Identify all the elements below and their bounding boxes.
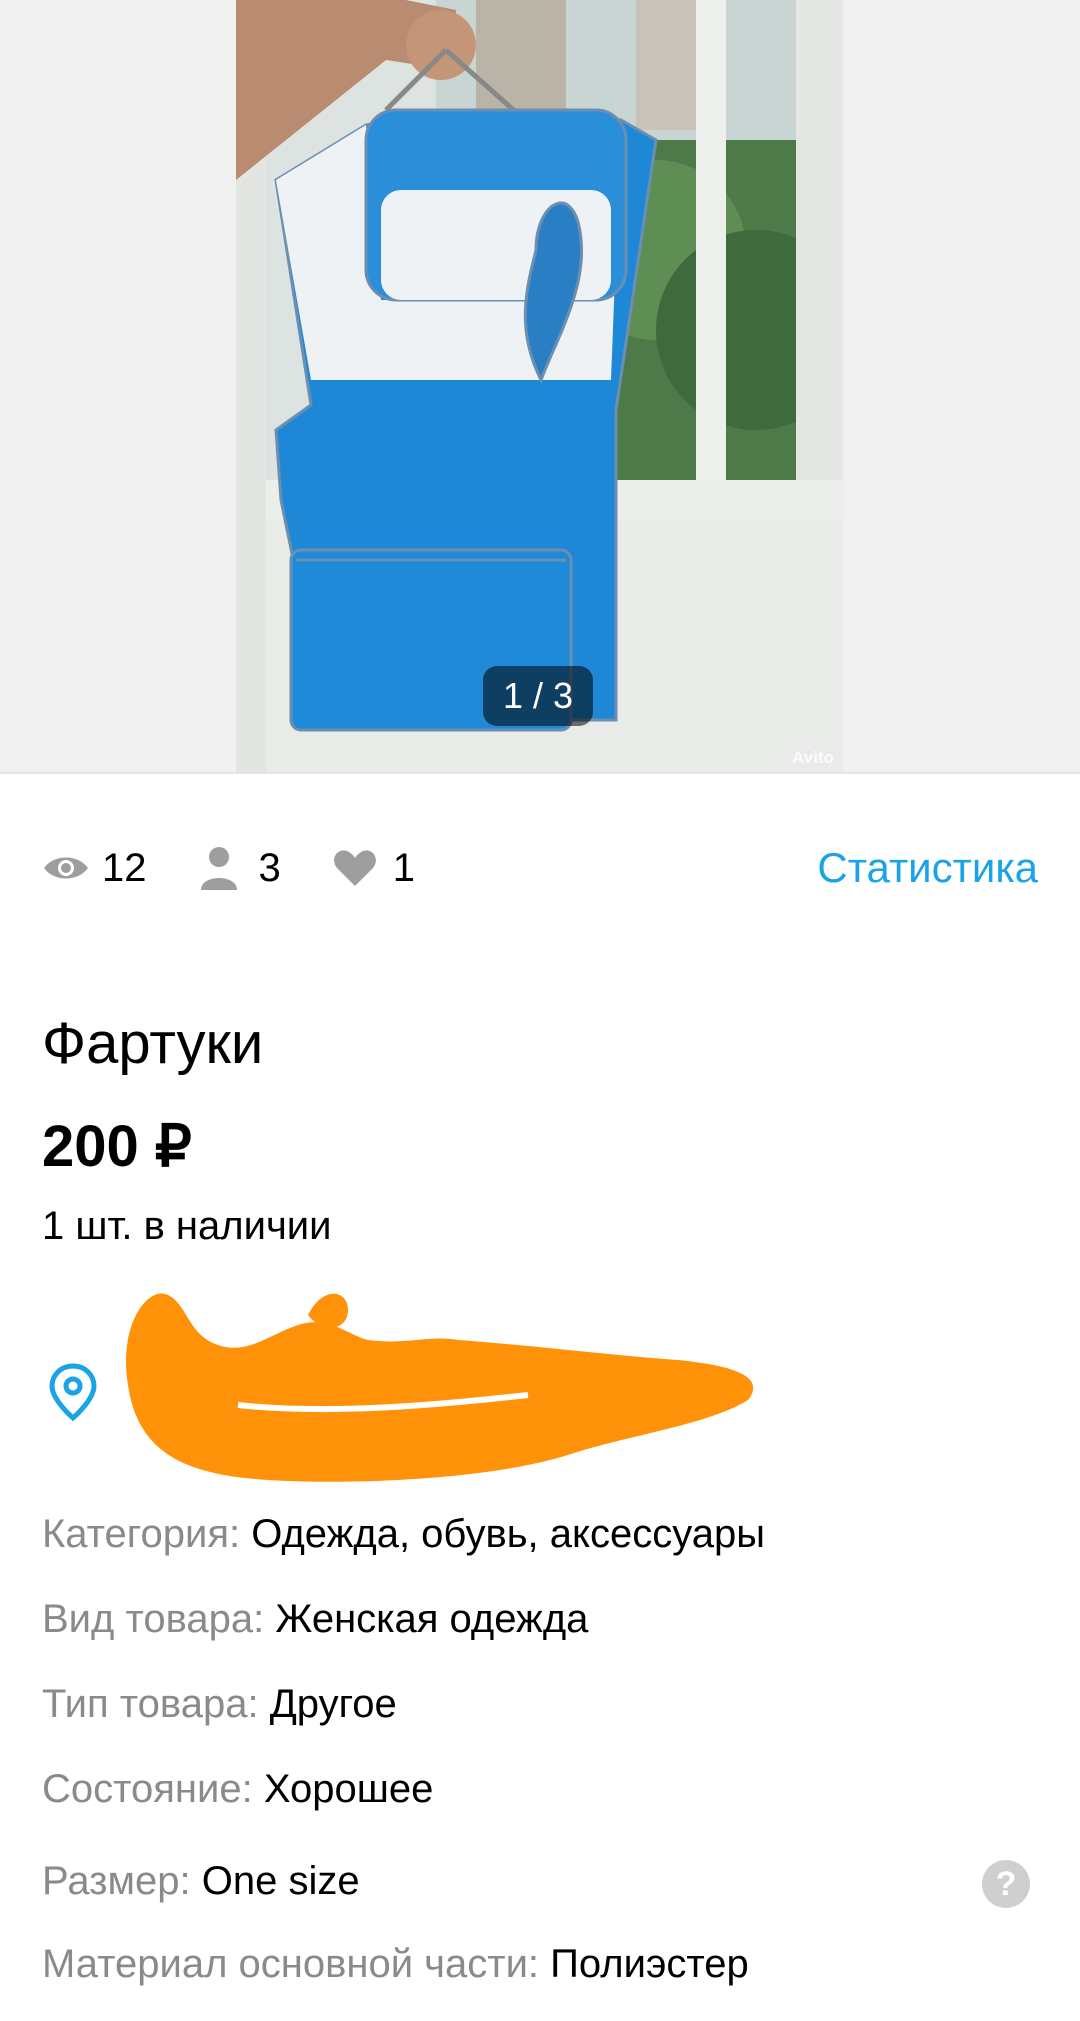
property-key: Категория:	[42, 1512, 241, 1556]
size-help-icon[interactable]: ?	[982, 1860, 1030, 1908]
property-row: Размер: One size	[42, 1859, 360, 1904]
contacts-stat: 3	[199, 846, 281, 891]
property-key: Тип товара:	[42, 1682, 259, 1726]
property-row: Тип товара: Другое	[42, 1682, 397, 1727]
redacted-address	[108, 1265, 788, 1495]
property-row: Материал основной части: Полиэстер	[42, 1942, 749, 1987]
views-stat: 12	[42, 846, 147, 891]
listing-title: Фартуки	[42, 1011, 264, 1076]
photo-gallery[interactable]: 1 / 3 Avito	[0, 0, 1080, 774]
favorites-count: 1	[392, 845, 415, 890]
eye-icon	[42, 846, 92, 890]
property-key: Вид товара:	[42, 1597, 265, 1641]
property-row: Вид товара: Женская одежда	[42, 1597, 588, 1642]
listing-price: 200 ₽	[42, 1114, 192, 1179]
property-value: Одежда, обувь, аксессуары	[251, 1512, 766, 1556]
property-row: Категория: Одежда, обувь, аксессуары	[42, 1512, 765, 1557]
property-value: Хорошее	[263, 1767, 434, 1811]
views-count: 12	[102, 845, 147, 890]
heart-icon	[333, 846, 383, 890]
stats-row: 12 3 1 Статистика	[42, 838, 1038, 898]
property-key: Состояние:	[42, 1767, 253, 1811]
statistics-link[interactable]: Статистика	[817, 844, 1038, 892]
property-value: Полиэстер	[550, 1942, 749, 1986]
property-key: Размер:	[42, 1859, 191, 1903]
favorites-stat: 1	[333, 846, 415, 891]
contacts-count: 3	[258, 845, 281, 890]
listing-photo[interactable]	[236, 0, 843, 772]
property-value: Женская одежда	[275, 1597, 589, 1641]
avito-watermark: Avito	[792, 748, 834, 767]
map-pin-icon[interactable]	[48, 1362, 98, 1422]
person-icon	[199, 846, 249, 890]
property-key: Материал основной части:	[42, 1942, 540, 1986]
photo-counter: 1 / 3	[483, 666, 593, 726]
stock-info: 1 шт. в наличии	[42, 1204, 332, 1248]
property-row: Состояние: Хорошее	[42, 1767, 433, 1812]
property-value: One size	[201, 1859, 360, 1903]
property-value: Другое	[269, 1682, 397, 1726]
